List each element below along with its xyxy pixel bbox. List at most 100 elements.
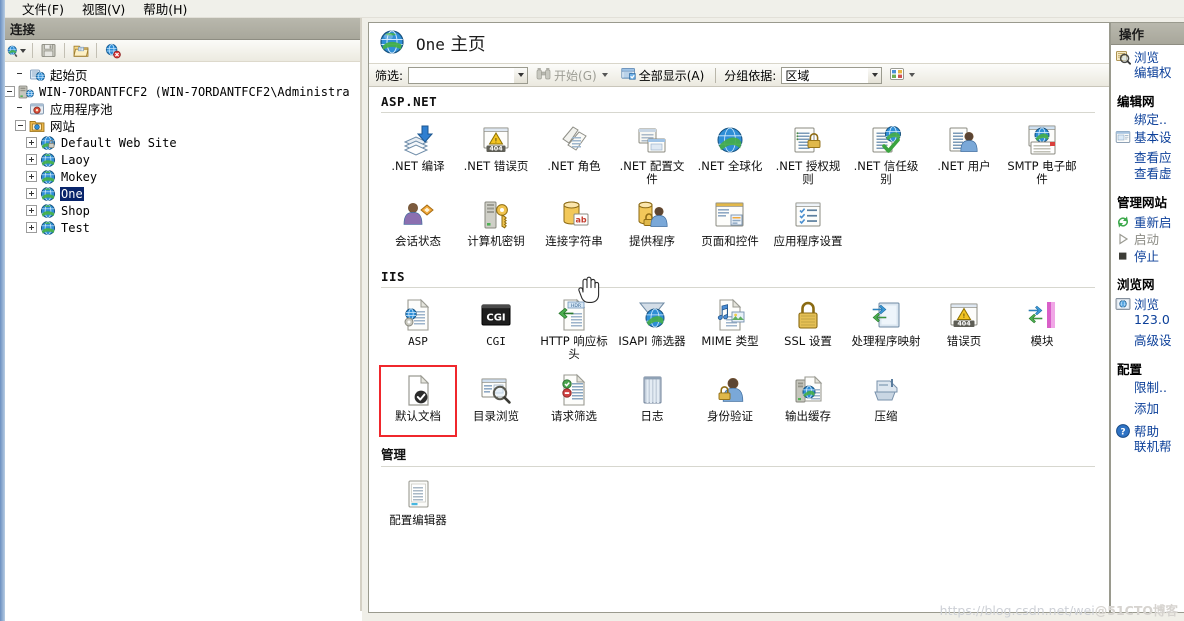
filter-dropdown-button[interactable] (514, 66, 529, 84)
tree-item-Shop[interactable]: Shop (4, 202, 360, 219)
feature-item-output-caching[interactable]: 输出缓存 (769, 365, 847, 437)
filter-go-button[interactable]: 开始(G) (533, 66, 613, 85)
feature-item-label: 处理程序映射 (851, 334, 921, 348)
feature-item-ssl-settings[interactable]: SSL 设置 (769, 290, 847, 365)
tree-item-label: Test (61, 220, 90, 235)
show-all-label: 全部显示(A) (638, 68, 705, 83)
tree-item-起始页[interactable]: 起始页 (4, 66, 360, 83)
feature-item-net-compilation[interactable]: .NET 编译 (379, 115, 457, 190)
compression-icon (869, 373, 903, 407)
action-online-help[interactable]: 联机帮 (1111, 439, 1184, 455)
filter-input-wrap[interactable] (408, 66, 516, 84)
tree-expander-minus-icon[interactable] (4, 86, 15, 97)
action-edit-permissions[interactable]: 编辑权 (1111, 65, 1184, 81)
action-view-applications[interactable]: 查看应 (1111, 150, 1184, 166)
menu-view[interactable]: 视图(V) (82, 0, 125, 18)
feature-item-default-document[interactable]: 默认文档 (379, 365, 457, 437)
connect-icon[interactable] (6, 41, 27, 60)
show-all-button[interactable]: 全部显示(A) (618, 66, 708, 85)
action-view-virtual-directories[interactable]: 查看虚 (1111, 166, 1184, 182)
feature-item-authentication[interactable]: 身份验证 (691, 365, 769, 437)
feature-item-session-state[interactable]: 会话状态 (379, 190, 457, 262)
feature-item-compression[interactable]: 压缩 (847, 365, 925, 437)
feature-list[interactable]: ASP.NET .NET 编译! 404 .NET 错误页 .NET 角色 .NET 配置… (369, 87, 1109, 612)
tree-expander-plus-icon[interactable] (26, 171, 37, 182)
actions-list[interactable]: 浏览 编辑权 编辑网 绑定.. 基本设 查看应 查看虚 管理网站 重新启 启动 停止 浏览网 浏览 12… (1111, 45, 1184, 612)
feature-item-net-profile[interactable]: .NET 配置文件 (613, 115, 691, 190)
feature-item-machine-key[interactable]: 计算机密钥 (457, 190, 535, 262)
tree-expander-plus-icon[interactable] (26, 188, 37, 199)
stop-icon (1115, 248, 1131, 264)
feature-item-application-settings[interactable]: 应用程序设置 (769, 190, 847, 262)
feature-item-providers[interactable]: 提供程序 (613, 190, 691, 262)
feature-item-label: SMTP 电子邮件 (1007, 159, 1077, 186)
view-mode-button[interactable] (887, 67, 920, 84)
action-start[interactable]: 启动 (1111, 230, 1184, 247)
tree-expander-plus-icon[interactable] (26, 222, 37, 233)
feature-item-pages-and-controls[interactable]: 页面和控件 (691, 190, 769, 262)
feature-item-net-globalization[interactable]: .NET 全球化 (691, 115, 769, 190)
tree-expander-plus-icon[interactable] (26, 205, 37, 216)
feature-item-net-trust-levels[interactable]: .NET 信任级别 (847, 115, 925, 190)
tree-item-WIN-7ORDANTFCF2[interactable]: WIN-7ORDANTFCF2 (WIN-7ORDANTFCF2\Adminis… (4, 83, 360, 100)
action-browse-address[interactable]: 123.0 (1111, 312, 1184, 328)
action-restart[interactable]: 重新启 (1111, 213, 1184, 230)
feature-item-net-roles[interactable]: .NET 角色 (535, 115, 613, 190)
feature-item-isapi-filters[interactable]: ISAPI 筛选器 (613, 290, 691, 365)
action-help[interactable]: ? 帮助 (1111, 422, 1184, 439)
tree-item-Laoy[interactable]: Laoy (4, 151, 360, 168)
action-browse[interactable]: 浏览 (1111, 48, 1184, 65)
action-stop[interactable]: 停止 (1111, 247, 1184, 264)
feature-item-request-filtering[interactable]: 请求筛选 (535, 365, 613, 437)
feature-item-configuration-editor[interactable]: 配置编辑器 (379, 469, 457, 541)
tree-expander-plus-icon[interactable] (26, 154, 37, 165)
feature-section-heading: IIS (381, 269, 406, 284)
disconnect-icon[interactable] (102, 41, 123, 60)
chevron-down-icon (517, 73, 524, 77)
feature-item-smtp-email[interactable]: SMTP 电子邮件 (1003, 115, 1081, 190)
feature-item-handler-mappings[interactable]: 处理程序映射 (847, 290, 925, 365)
feature-item-http-response-headers[interactable]: HDR HTTP 响应标头 (535, 290, 613, 365)
site-locked-icon (40, 135, 56, 151)
feature-item-net-error-pages[interactable]: ! 404 .NET 错误页 (457, 115, 535, 190)
tree-item-Test[interactable]: Test (4, 219, 360, 236)
group-by-dropdown-button[interactable] (868, 66, 883, 84)
feature-item-connection-strings[interactable]: ab 连接字符串 (535, 190, 613, 262)
tree-expander-minus-icon[interactable] (15, 120, 26, 131)
connections-tree[interactable]: 起始页 WIN-7ORDANTFCF2 (WIN-7ORDANTFCF2\Admi… (0, 62, 360, 621)
feature-item-mime-types[interactable]: MIME 类型 (691, 290, 769, 365)
action-add[interactable]: 添加 (1111, 401, 1184, 417)
feature-item-net-authorization-rules[interactable]: .NET 授权规则 (769, 115, 847, 190)
tree-expander-plus-icon[interactable] (26, 137, 37, 148)
feature-item-label: SSL 设置 (784, 334, 832, 348)
menu-help[interactable]: 帮助(H) (143, 0, 187, 18)
filter-input[interactable] (411, 67, 513, 83)
feature-item-modules[interactable]: 模块 (1003, 290, 1081, 365)
feature-item-cgi[interactable]: CGI CGI (457, 290, 535, 365)
action-bindings[interactable]: 绑定.. (1111, 112, 1184, 128)
tree-item-应用程序池[interactable]: 应用程序池 (4, 100, 360, 117)
tree-item-Mokey[interactable]: Mokey (4, 168, 360, 185)
save-icon[interactable] (38, 41, 59, 60)
feature-item-directory-browsing[interactable]: 目录浏览 (457, 365, 535, 437)
feature-item-logging[interactable]: 日志 (613, 365, 691, 437)
feature-item-label: MIME 类型 (701, 334, 759, 348)
svg-text:!: ! (495, 138, 497, 145)
feature-item-net-users[interactable]: .NET 用户 (925, 115, 1003, 190)
feature-item-label: .NET 角色 (547, 159, 601, 173)
tree-item-网站[interactable]: 网站 (4, 117, 360, 134)
action-basic-settings[interactable]: 基本设 (1111, 128, 1184, 145)
feature-item-error-pages[interactable]: ! 404 错误页 (925, 290, 1003, 365)
open-folder-icon[interactable] (70, 41, 91, 60)
action-advanced-settings[interactable]: 高级设 (1111, 333, 1184, 349)
tree-item-One[interactable]: One (4, 185, 360, 202)
group-by-value[interactable]: 区域 (781, 66, 870, 84)
tree-item-Default[interactable]: Default Web Site (4, 134, 360, 151)
action-limits[interactable]: 限制.. (1111, 380, 1184, 396)
menu-file[interactable]: 文件(F) (22, 0, 64, 18)
isapi-filters-icon (635, 298, 669, 332)
feature-item-label: 错误页 (946, 334, 982, 348)
net-users-icon (947, 123, 981, 157)
feature-item-asp[interactable]: ASP (379, 290, 457, 365)
action-browse-site[interactable]: 浏览 (1111, 295, 1184, 312)
